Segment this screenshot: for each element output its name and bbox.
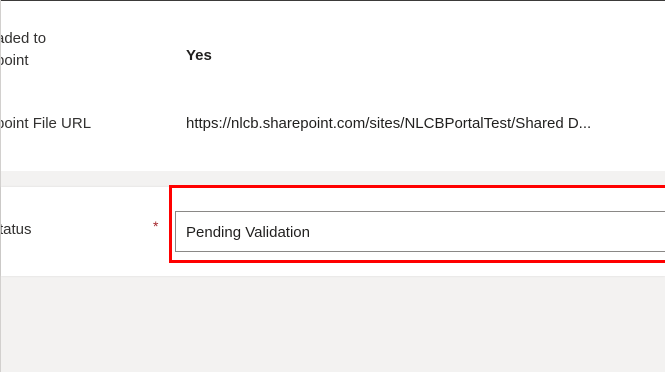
status-label-wrap: tatus: [1, 219, 101, 241]
status-input[interactable]: Pending Validation: [175, 211, 665, 252]
uploaded-label-line2: point: [1, 52, 29, 69]
file-url-label: point File URL: [1, 115, 92, 132]
required-indicator: *: [153, 218, 159, 234]
uploaded-label: aded to point: [1, 28, 121, 72]
file-url-label-wrap: point File URL: [1, 113, 161, 135]
uploaded-label-line1: aded to: [1, 30, 47, 47]
file-url-value[interactable]: https://nlcb.sharepoint.com/sites/NLCBPo…: [186, 115, 661, 132]
details-card: aded to point Yes point File URL https:/…: [1, 1, 665, 171]
status-input-value: Pending Validation: [186, 224, 310, 241]
status-label: tatus: [1, 221, 32, 238]
uploaded-value: Yes: [186, 47, 212, 64]
